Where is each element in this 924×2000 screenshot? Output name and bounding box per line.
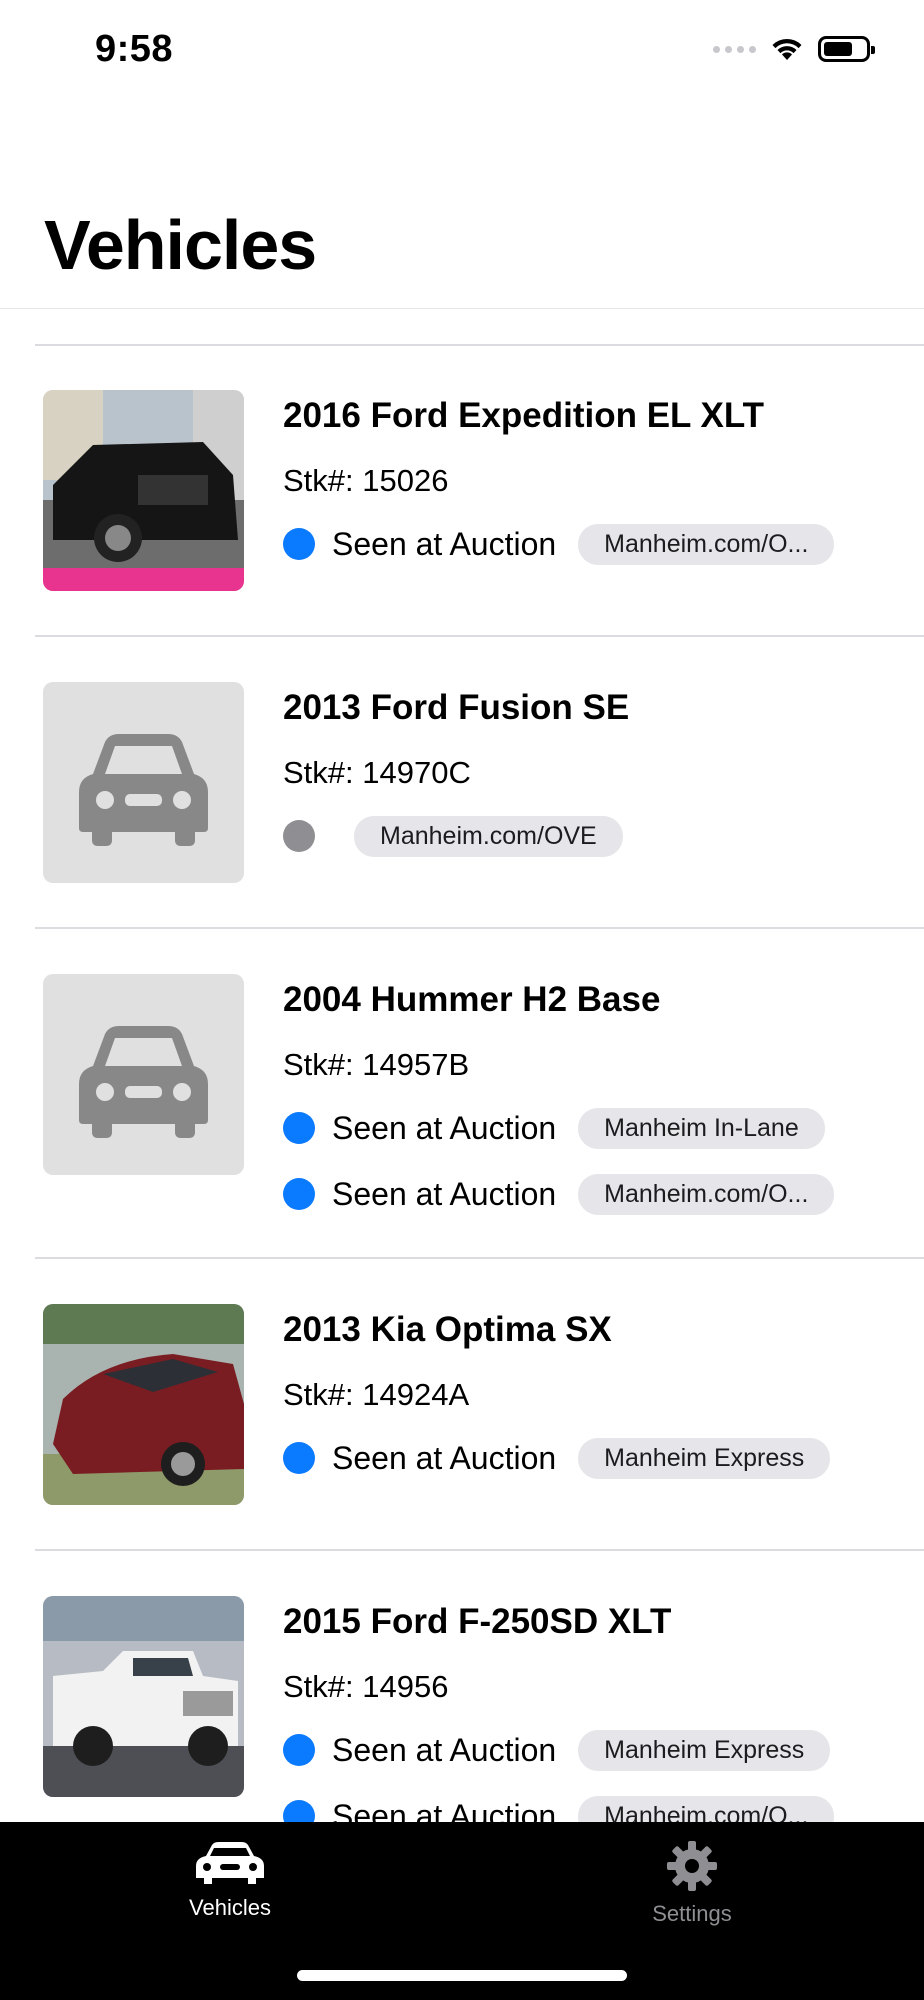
vehicle-stock-number: Stk#: 14970C [283, 755, 471, 790]
vehicle-stock-number: Stk#: 14957B [283, 1047, 470, 1082]
status-dot [283, 1734, 315, 1766]
vehicle-photo [43, 390, 244, 591]
vehicle-list[interactable]: 2016 Ford Expedition EL XLT Stk#: 15026 … [0, 309, 924, 1822]
tab-label: Settings [652, 1901, 732, 1926]
vehicle-title: 2016 Ford Expedition EL XLT [283, 396, 765, 435]
status-dot [283, 1112, 315, 1144]
vehicle-photo [43, 1596, 244, 1797]
car-placeholder-icon [43, 974, 244, 1175]
vehicle-title: 2004 Hummer H2 Base [283, 980, 661, 1019]
vehicle-stock-number: Stk#: 15026 [283, 463, 449, 498]
auction-source-badge: Manheim.com/O... [578, 1795, 835, 1822]
tab-settings[interactable]: Settings [592, 1840, 792, 1927]
auction-status-label: Seen at Auction [332, 525, 557, 562]
auction-status: Seen at Auction Manheim.com/O... [283, 523, 835, 565]
status-dot [283, 1442, 315, 1474]
auction-status-label: Seen at Auction [332, 1731, 557, 1768]
wifi-icon [772, 38, 802, 60]
vehicle-title: 2013 Ford Fusion SE [283, 688, 630, 727]
auction-status: Seen at Auction Manheim.com/O... [283, 1173, 835, 1215]
auction-status: Seen at Auction Manheim Express [283, 1437, 831, 1479]
status-dot [283, 1800, 315, 1822]
vehicle-row[interactable]: 2015 Ford F-250SD XLT Stk#: 14956 Seen a… [0, 1551, 924, 1822]
cellular-signal-icon [713, 45, 756, 53]
auction-status: Seen at Auction Manheim In-Lane [283, 1107, 825, 1149]
vehicle-row[interactable]: 2013 Kia Optima SX Stk#: 14924A Seen at … [0, 1259, 924, 1551]
status-icons [713, 36, 875, 62]
auction-status: Manheim.com/OVE [283, 815, 623, 857]
vehicle-stock-number: Stk#: 14956 [283, 1669, 449, 1704]
status-dot [283, 528, 315, 560]
auction-source-badge: Manheim.com/OVE [354, 815, 623, 857]
vehicle-stock-number: Stk#: 14924A [283, 1377, 470, 1412]
auction-status-label: Seen at Auction [332, 1797, 557, 1823]
auction-source-badge: Manheim Express [578, 1729, 831, 1771]
vehicle-row[interactable]: 2004 Hummer H2 Base Stk#: 14957B Seen at… [0, 929, 924, 1259]
auction-status: Seen at Auction Manheim Express [283, 1729, 831, 1771]
status-time: 9:58 [95, 28, 174, 70]
auction-status-label: Seen at Auction [332, 1109, 557, 1146]
vehicle-title: 2015 Ford F-250SD XLT [283, 1602, 672, 1641]
auction-source-badge: Manheim.com/O... [578, 523, 835, 565]
auction-source-badge: Manheim.com/O... [578, 1173, 835, 1215]
auction-status-label: Seen at Auction [332, 1439, 557, 1476]
vehicle-row[interactable]: 2016 Ford Expedition EL XLT Stk#: 15026 … [0, 346, 924, 637]
auction-source-badge: Manheim Express [578, 1437, 831, 1479]
gear-icon [667, 1841, 717, 1891]
tab-label: Vehicles [189, 1895, 271, 1920]
auction-status-label: Seen at Auction [332, 1175, 557, 1212]
status-dot [283, 820, 315, 852]
status-bar: 9:58 [0, 0, 924, 110]
auction-source-badge: Manheim In-Lane [578, 1107, 825, 1149]
car-icon [196, 1842, 264, 1884]
page-title: Vehicles [44, 206, 317, 284]
battery-icon [818, 36, 875, 62]
home-indicator [297, 1970, 627, 1981]
car-placeholder-icon [43, 682, 244, 883]
vehicle-photo [43, 1304, 244, 1505]
status-dot [283, 1178, 315, 1210]
vehicle-title: 2013 Kia Optima SX [283, 1310, 612, 1349]
vehicle-row[interactable]: 2013 Ford Fusion SE Stk#: 14970C Manheim… [0, 637, 924, 929]
tab-vehicles[interactable]: Vehicles [130, 1840, 330, 1921]
auction-status: Seen at Auction Manheim.com/O... [283, 1795, 835, 1823]
